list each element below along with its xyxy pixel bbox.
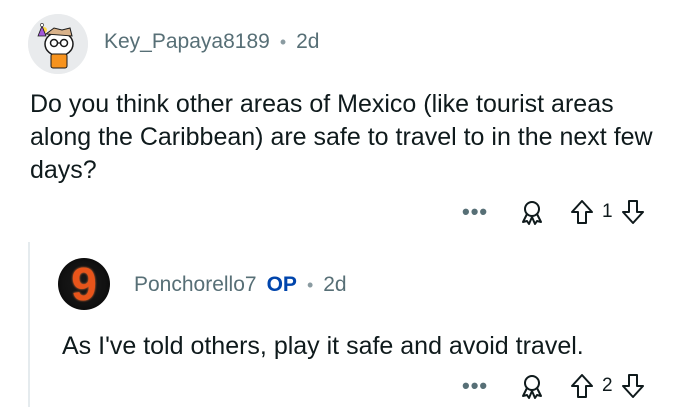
comment-actions: ••• 1: [462, 196, 649, 228]
avatar[interactable]: [28, 14, 88, 74]
comment: Key_Papaya8189 • 2d Do you think other a…: [0, 0, 700, 232]
comment-actions: ••• 2: [462, 370, 649, 402]
timestamp[interactable]: 2d: [296, 30, 319, 54]
timestamp[interactable]: 2d: [323, 273, 346, 297]
vote-count: 1: [602, 201, 613, 222]
separator-dot: •: [306, 274, 314, 295]
avatar-glyph: 9: [71, 258, 97, 310]
snoo-avatar-icon: [28, 14, 88, 74]
username[interactable]: Key_Papaya8189: [104, 30, 270, 54]
more-options-button[interactable]: •••: [462, 199, 502, 225]
thread-line[interactable]: [28, 242, 30, 407]
avatar[interactable]: 9: [58, 258, 110, 310]
comment-body: Do you think other areas of Mexico (like…: [30, 90, 653, 184]
op-badge: OP: [266, 273, 297, 296]
upvote-arrow-icon[interactable]: [566, 370, 598, 402]
comment-header: Key_Papaya8189 • 2d: [104, 30, 319, 54]
downvote-arrow-icon[interactable]: [617, 196, 649, 228]
separator-dot: •: [279, 31, 287, 52]
award-icon[interactable]: [516, 370, 548, 402]
more-options-button[interactable]: •••: [462, 373, 502, 399]
award-icon[interactable]: [516, 196, 548, 228]
vote-count: 2: [602, 375, 613, 396]
username[interactable]: Ponchorello7: [134, 273, 257, 297]
upvote-arrow-icon[interactable]: [566, 196, 598, 228]
comment-body: As I've told others, play it safe and av…: [62, 332, 584, 360]
downvote-arrow-icon[interactable]: [617, 370, 649, 402]
comment-header: Ponchorello7 OP • 2d: [134, 273, 347, 297]
